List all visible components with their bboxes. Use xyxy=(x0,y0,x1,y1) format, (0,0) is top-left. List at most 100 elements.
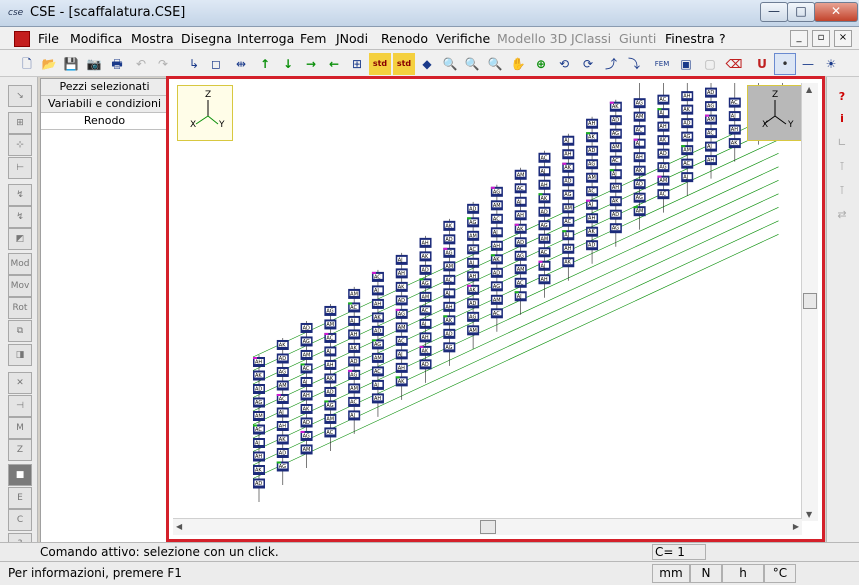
view-mode-icon[interactable]: ▣ xyxy=(675,53,697,75)
rt-5-icon[interactable]: ⊺ xyxy=(831,181,853,201)
tool-6-icon[interactable]: ↯ xyxy=(8,206,32,228)
line-icon[interactable]: — xyxy=(797,53,819,75)
node-label: AK xyxy=(279,437,286,443)
tool-2-icon[interactable]: ⊞ xyxy=(8,112,32,134)
zoom-in-icon[interactable]: 🔍 xyxy=(461,53,483,75)
horizontal-scroll-thumb[interactable] xyxy=(480,520,496,534)
tool-14-icon[interactable]: ⊣ xyxy=(8,395,32,417)
target-icon[interactable]: ⊕ xyxy=(530,53,552,75)
arrow-left-icon[interactable]: ← xyxy=(323,53,345,75)
fem-icon[interactable]: FEM xyxy=(651,53,673,75)
rotate-left-icon[interactable]: ⟲ xyxy=(553,53,575,75)
menu-help[interactable]: ? xyxy=(719,31,726,46)
undo-icon[interactable]: ↶ xyxy=(130,53,152,75)
node-marker xyxy=(514,291,519,294)
close-button[interactable]: ✕ xyxy=(814,2,858,22)
arrow-down-icon[interactable]: ↓ xyxy=(277,53,299,75)
sun-icon[interactable]: ☀ xyxy=(820,53,842,75)
print-icon[interactable]: 🖶 xyxy=(106,53,128,75)
menu-interroga[interactable]: Interroga xyxy=(237,31,294,46)
menu-file[interactable]: File xyxy=(38,31,59,46)
u-icon[interactable]: U xyxy=(751,53,773,75)
rt-3-icon[interactable]: ∟ xyxy=(831,133,853,153)
menu-disegna[interactable]: Disegna xyxy=(181,31,232,46)
tool-4-icon[interactable]: ⊢ xyxy=(8,157,32,179)
scroll-up-arrow-icon[interactable]: ▲ xyxy=(806,85,812,94)
menu-modifica[interactable]: Modifica xyxy=(70,31,122,46)
zoom-out-icon[interactable]: 🔍 xyxy=(484,53,506,75)
tab-pezzi-selezionati[interactable]: Pezzi selezionati xyxy=(41,79,168,96)
mov-icon[interactable]: Mov xyxy=(8,275,32,297)
info-icon[interactable]: i xyxy=(831,109,853,129)
tool-15-icon[interactable]: M xyxy=(8,417,32,439)
menu-mostra[interactable]: Mostra xyxy=(131,31,174,46)
rotate-right-icon[interactable]: ⤵ xyxy=(623,53,645,75)
tool-12-icon[interactable]: ◨ xyxy=(8,344,32,366)
tool-7-icon[interactable]: ◩ xyxy=(8,228,32,250)
menu-finestra[interactable]: Finestra xyxy=(665,31,715,46)
new-file-icon[interactable]: 🗋 xyxy=(16,53,38,75)
tool-13-icon[interactable]: ✕ xyxy=(8,372,32,394)
tool-11-icon[interactable]: ⧉ xyxy=(8,320,32,342)
menu-jnodi[interactable]: JNodi xyxy=(336,31,368,46)
redo-icon[interactable]: ↷ xyxy=(152,53,174,75)
document-icon[interactable] xyxy=(14,31,30,47)
rt-4-icon[interactable]: ⊺ xyxy=(831,157,853,177)
horizontal-scrollbar[interactable]: ◀ ▶ xyxy=(173,518,802,535)
scroll-left-arrow-icon[interactable]: ◀ xyxy=(176,522,182,531)
node-label: AG xyxy=(422,281,429,287)
tool-17-icon[interactable]: ■ xyxy=(8,464,32,486)
minimize-button[interactable]: — xyxy=(760,2,788,22)
scroll-down-arrow-icon[interactable]: ▼ xyxy=(806,510,812,519)
node-marker xyxy=(395,308,400,311)
vertical-scrollbar[interactable]: ▲ ▼ xyxy=(801,83,818,521)
std-icon[interactable]: std xyxy=(369,53,391,75)
tool-16-icon[interactable]: Z xyxy=(8,439,32,461)
open-folder-icon[interactable]: 📂 xyxy=(38,53,60,75)
question-icon[interactable]: ? xyxy=(831,87,853,107)
dot-icon[interactable]: • xyxy=(774,53,796,75)
zoom-frame-icon[interactable]: ⊞ xyxy=(346,53,368,75)
tag-icon[interactable]: ◆ xyxy=(416,53,438,75)
std-alt-icon[interactable]: std xyxy=(393,53,415,75)
rot-icon[interactable]: Rot xyxy=(8,297,32,319)
window-title: CSE - [scaffalatura.CSE] xyxy=(30,5,186,20)
menu-fem[interactable]: Fem xyxy=(300,31,326,46)
e-icon[interactable]: E xyxy=(8,487,32,509)
rotate-up-icon[interactable]: ⤴ xyxy=(600,53,622,75)
axis-icon[interactable]: ↳ xyxy=(183,53,205,75)
scroll-right-arrow-icon[interactable]: ▶ xyxy=(793,522,799,531)
mdi-restore-button[interactable]: ▫ xyxy=(812,30,830,47)
model-canvas[interactable]: AH AK AD AG AM AC AJ AH AK AD AK AD AG AM AC AJ AH AK AD AG… xyxy=(173,83,802,521)
mdi-minimize-button[interactable]: _ xyxy=(790,30,808,47)
vertical-scroll-thumb[interactable] xyxy=(803,293,817,309)
save-icon[interactable]: 💾 xyxy=(60,53,82,75)
tool-5-icon[interactable]: ↯ xyxy=(8,184,32,206)
erase-icon[interactable]: ⌫ xyxy=(723,53,745,75)
tab-renodo[interactable]: Renodo xyxy=(41,113,168,130)
node-label: AD xyxy=(612,118,619,124)
pan-icon[interactable]: ✋ xyxy=(507,53,529,75)
arrow-right-icon[interactable]: → xyxy=(300,53,322,75)
rt-6-icon[interactable]: ⇄ xyxy=(831,205,853,225)
zoom-icon[interactable]: 🔍 xyxy=(439,53,461,75)
arrow-up-icon[interactable]: ↑ xyxy=(254,53,276,75)
node-label: AH xyxy=(374,301,381,307)
tab-variabili-condizioni[interactable]: Variabili e condizioni xyxy=(41,96,168,113)
view-mode-alt-icon[interactable]: ▢ xyxy=(699,53,721,75)
rotate-down-icon[interactable]: ⟳ xyxy=(577,53,599,75)
c-icon[interactable]: C xyxy=(8,509,32,531)
axis-triad-right: Z X Y xyxy=(747,85,802,141)
node-grid[interactable]: AH AK AD AG AM AC AJ AH AK AD AK AD AG AM AC AJ AH AK AD AG… xyxy=(252,83,802,502)
structure-drawing[interactable]: AH AK AD AG AM AC AJ AH AK AD AK AD AG AM AC AJ AH AK AD AG… xyxy=(173,83,802,521)
tool-1-icon[interactable]: ↘ xyxy=(8,85,32,107)
tool-3-icon[interactable]: ⊹ xyxy=(8,134,32,156)
menu-renodo[interactable]: Renodo xyxy=(381,31,428,46)
mod-icon[interactable]: Mod xyxy=(8,253,32,275)
camera-icon[interactable]: 📷 xyxy=(83,53,105,75)
frame-icon[interactable]: ◻ xyxy=(205,53,227,75)
menu-verifiche[interactable]: Verifiche xyxy=(436,31,490,46)
mdi-close-button[interactable]: × xyxy=(834,30,852,47)
fit-width-icon[interactable]: ⇹ xyxy=(230,53,252,75)
maximize-button[interactable]: □ xyxy=(787,2,815,22)
